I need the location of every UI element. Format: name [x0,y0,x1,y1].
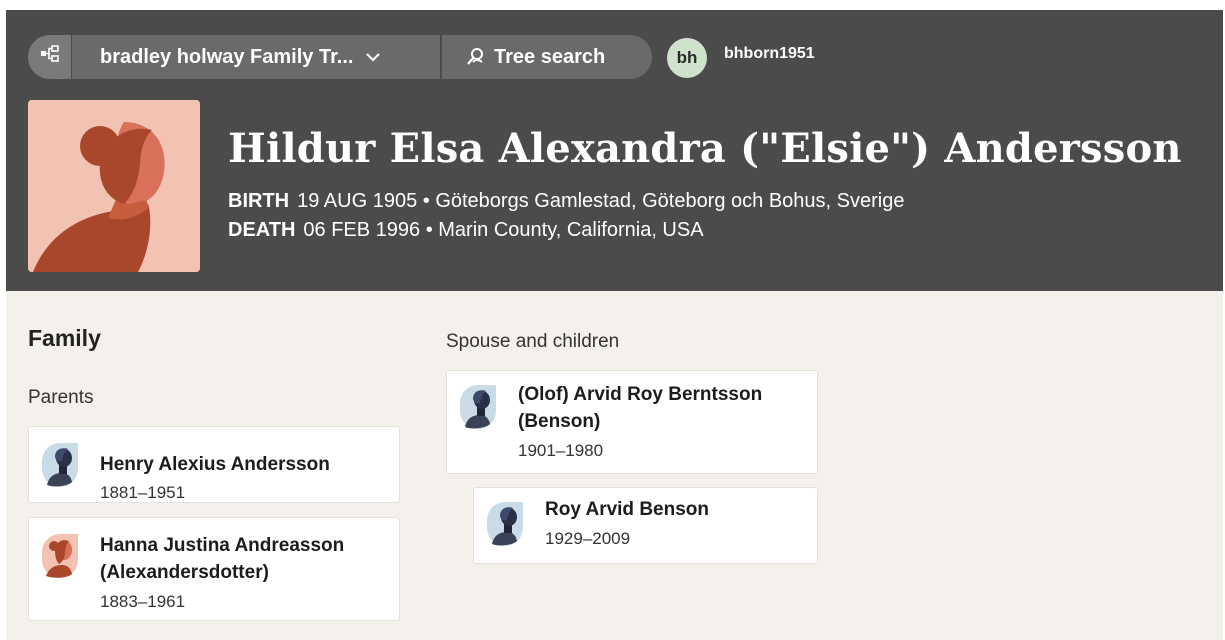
birth-label: BIRTH [228,190,290,212]
tree-search-label: Tree search [494,45,606,68]
spouse-years: 1901–1980 [518,441,604,460]
tree-view-button[interactable] [28,35,72,79]
parent-years: 1881–1951 [100,483,186,502]
spouse-card[interactable]: (Olof) Arvid Roy Berntsson (Benson) 1901… [446,370,818,474]
page: bradley holway Family Tr... Tree search … [6,10,1223,640]
person-name-heading: Hildur Elsa Alexandra ("Elsie") Andersso… [228,125,1182,172]
user-initials: bh [676,48,698,67]
parent-card-mother[interactable]: Hanna Justina Andreasson (Alexandersdott… [28,517,400,621]
male-avatar-icon [487,502,523,546]
parent-name: Henry Alexius Andersson [100,454,330,475]
parents-label: Parents [28,387,94,408]
spouse-children-label: Spouse and children [446,331,620,352]
tree-name: bradley holway Family Tr... [100,45,354,68]
child-years: 1929–2009 [545,529,631,548]
birth-value: 19 AUG 1905 • Göteborgs Gamlestad, Göteb… [297,190,905,212]
female-avatar-icon [42,534,78,578]
death-label: DEATH [228,219,296,241]
person-portrait-female-icon [28,100,200,272]
tree-navigation-bar: bradley holway Family Tr... Tree search [28,35,652,79]
parent-card-father[interactable]: Henry Alexius Andersson 1881–1951 [28,426,400,503]
person-search-icon [466,47,486,67]
tree-selector-dropdown[interactable]: bradley holway Family Tr... [72,35,442,79]
death-value: 06 FEB 1996 • Marin County, California, … [303,219,704,241]
user-avatar[interactable]: bh [667,38,707,78]
parent-years: 1883–1961 [100,592,186,611]
parent-name: Hanna Justina Andreasson (Alexandersdott… [100,535,345,583]
death-fact: DEATH 06 FEB 1996 • Marin County, Califor… [228,219,704,242]
username[interactable]: bhborn1951 [724,45,815,63]
person-header: bradley holway Family Tr... Tree search … [6,10,1223,291]
spouse-name: (Olof) Arvid Roy Berntsson (Benson) [518,384,763,432]
child-name: Roy Arvid Benson [545,499,709,520]
birth-fact: BIRTH 19 AUG 1905 • Göteborgs Gamlestad, … [228,190,904,213]
child-card[interactable]: Roy Arvid Benson 1929–2009 [473,487,818,564]
chevron-down-icon [365,52,381,62]
tree-search-button[interactable]: Tree search [442,35,652,79]
male-avatar-icon [42,443,78,487]
male-avatar-icon [460,385,496,429]
family-tree-icon [40,45,60,69]
family-section-title: Family [28,325,101,351]
